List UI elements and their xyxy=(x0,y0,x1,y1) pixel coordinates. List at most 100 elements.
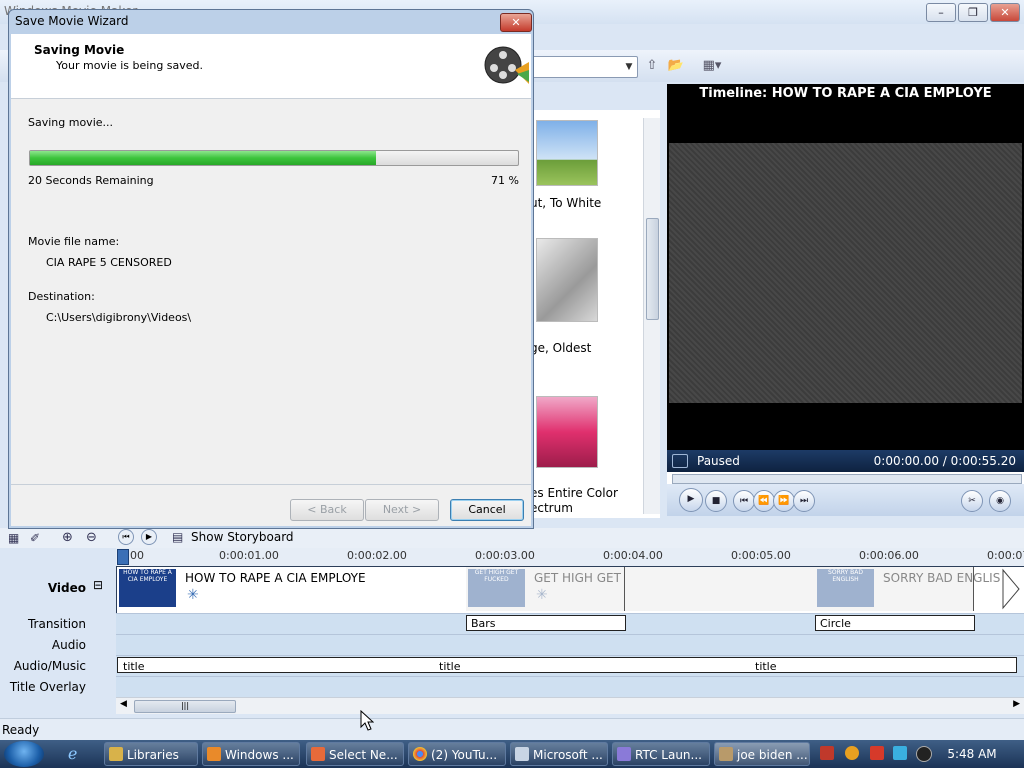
taskbar-item[interactable]: Select Ne... xyxy=(306,742,404,766)
minimize-button[interactable]: – xyxy=(926,3,956,22)
effect-thumbnail[interactable] xyxy=(536,238,598,322)
play-timeline-icon[interactable]: ▶ xyxy=(141,529,157,545)
effect-thumbnail[interactable] xyxy=(536,396,598,468)
video-clip-gap xyxy=(625,567,815,611)
effect-label: ectrum xyxy=(530,501,573,515)
transition-clip[interactable]: Circle xyxy=(815,615,975,631)
effect-thumbnail[interactable] xyxy=(536,120,598,186)
mouse-cursor-icon xyxy=(360,710,374,731)
scroll-right-icon[interactable]: ▶ xyxy=(1013,699,1020,709)
new-folder-icon[interactable]: 📂 xyxy=(666,57,686,75)
collapse-track-icon[interactable]: ⊟ xyxy=(93,578,103,592)
chevron-right-icon xyxy=(1002,568,1020,610)
clock[interactable]: 5:48 AM xyxy=(942,740,1002,768)
file-name-value: CIA RAPE 5 CENSORED xyxy=(46,256,172,269)
taskbar-item[interactable]: RTC Laun... xyxy=(612,742,710,766)
video-clip[interactable]: SORRY BAD ENGLISH SORRY BAD ENGLISH xyxy=(815,567,1009,611)
clip-thumbnail: GET HIGH GET FUCKED xyxy=(468,569,525,607)
back-button[interactable]: < Back xyxy=(290,499,364,521)
flag-icon[interactable] xyxy=(870,746,884,760)
cancel-button[interactable]: Cancel xyxy=(450,499,524,521)
effect-star-icon: ✳ xyxy=(536,587,548,603)
taskbar-item-active[interactable]: joe biden ... xyxy=(714,742,810,766)
scrollbar-thumb[interactable]: ||| xyxy=(134,700,236,713)
effect-label: ut, To White xyxy=(530,196,602,210)
scroll-left-icon[interactable]: ◀ xyxy=(120,699,127,709)
zoom-in-icon[interactable]: ⊕ xyxy=(62,530,73,545)
stop-icon[interactable]: ■ xyxy=(705,490,727,512)
forward-icon[interactable]: ⏩ xyxy=(773,490,795,512)
save-progress-bar xyxy=(29,150,519,166)
film-reel-icon xyxy=(484,46,529,84)
storyboard-view-icon[interactable]: ▦ xyxy=(8,531,19,545)
fullscreen-icon[interactable] xyxy=(672,454,688,468)
track-label-title-overlay: Title Overlay xyxy=(9,680,86,694)
clip-thumbnail: HOW TO RAPE A CIA EMPLOYE xyxy=(119,569,176,607)
rewind-timeline-icon[interactable]: ⏮ xyxy=(118,529,134,545)
snapshot-icon[interactable]: ◉ xyxy=(989,490,1011,512)
clip-title: SORRY BAD ENGLISH xyxy=(883,571,1010,585)
collection-dropdown[interactable]: ▼ xyxy=(530,56,638,78)
seek-bar[interactable] xyxy=(672,474,1022,484)
track-label-transition: Transition xyxy=(27,617,86,631)
view-options-icon[interactable]: ▦▾ xyxy=(698,57,726,75)
up-folder-icon[interactable]: ⇧ xyxy=(642,57,662,75)
maximize-button[interactable]: ❐ xyxy=(958,3,988,22)
volume-icon[interactable] xyxy=(916,746,932,762)
audio-music-clip[interactable] xyxy=(117,657,1017,673)
tray-icon[interactable] xyxy=(820,746,834,760)
ruler-tick: 0:00:01.00 xyxy=(219,549,279,562)
previous-frame-icon[interactable]: ⏮ xyxy=(733,490,755,512)
show-storyboard-button[interactable]: Show Storyboard xyxy=(191,530,294,544)
time-remaining: 20 Seconds Remaining xyxy=(28,174,154,187)
transition-clip[interactable]: Bars xyxy=(466,615,626,631)
internet-explorer-icon[interactable]: ℯ xyxy=(68,744,77,763)
narrate-icon[interactable]: ✐ xyxy=(30,531,40,545)
close-icon[interactable]: ✕ xyxy=(500,13,532,32)
rtc-launcher-icon xyxy=(617,747,631,761)
scrollbar-thumb[interactable] xyxy=(646,218,659,320)
playhead[interactable] xyxy=(117,549,129,565)
destination-value: C:\Users\digibrony\Videos\ xyxy=(46,311,192,324)
collection-scrollbar[interactable] xyxy=(643,118,660,514)
preview-status-bar: Paused 0:00:00.00 / 0:00:55.20 xyxy=(667,450,1024,472)
taskbar-item[interactable]: Libraries xyxy=(104,742,198,766)
tray-icon[interactable] xyxy=(893,746,907,760)
preview-title: Timeline: HOW TO RAPE A CIA EMPLOYE xyxy=(667,84,1024,104)
next-button[interactable]: Next > xyxy=(365,499,439,521)
effect-label: es Entire Color xyxy=(530,486,618,500)
title-overlay-track[interactable] xyxy=(116,676,1024,697)
timeline-scrollbar[interactable]: ◀ ||| ▶ xyxy=(116,697,1024,714)
footer-divider xyxy=(11,484,531,485)
header-title: Saving Movie xyxy=(34,43,125,57)
playback-controls: ▶ ■ ⏮ ⏪ ⏩ ⏭ ✂ ◉ xyxy=(667,484,1024,516)
file-name-label: Movie file name: xyxy=(28,235,120,248)
rewind-icon[interactable]: ⏪ xyxy=(753,490,775,512)
track-label-video: Video xyxy=(47,581,86,595)
taskbar-item[interactable]: (2) YouTu... xyxy=(408,742,506,766)
effect-label: ge, Oldest xyxy=(530,341,592,355)
close-window-button[interactable]: ✕ xyxy=(990,3,1020,22)
next-frame-icon[interactable]: ⏭ xyxy=(793,490,815,512)
dialog-titlebar[interactable]: Save Movie Wizard ✕ xyxy=(9,10,533,34)
preview-time: 0:00:00.00 / 0:00:55.20 xyxy=(873,454,1016,468)
header-subtitle: Your movie is being saved. xyxy=(56,59,204,72)
video-clip[interactable]: HOW TO RAPE A CIA EMPLOYE HOW TO RAPE A … xyxy=(117,567,467,611)
video-clip[interactable]: GET HIGH GET FUCKED GET HIGH GET FUCKED … xyxy=(466,567,674,611)
start-button[interactable] xyxy=(4,741,44,767)
split-clip-icon[interactable]: ✂ xyxy=(961,490,983,512)
status-text: Ready xyxy=(2,723,40,737)
audio-track[interactable] xyxy=(116,634,1024,655)
audio-clip-title: title xyxy=(755,660,777,673)
play-icon[interactable]: ▶ xyxy=(679,488,703,512)
preview-frame xyxy=(669,143,1022,403)
microsoft-icon xyxy=(515,747,529,761)
audio-clip-title: title xyxy=(123,660,145,673)
zoom-out-icon[interactable]: ⊖ xyxy=(86,530,97,545)
taskbar-item[interactable]: Windows ... xyxy=(202,742,300,766)
tray-icon[interactable] xyxy=(845,746,859,760)
ruler-tick: 00 xyxy=(130,549,144,562)
taskbar-item[interactable]: Microsoft ... xyxy=(510,742,608,766)
movie-maker-icon xyxy=(207,747,221,761)
progress-percent: 71 % xyxy=(491,174,519,187)
